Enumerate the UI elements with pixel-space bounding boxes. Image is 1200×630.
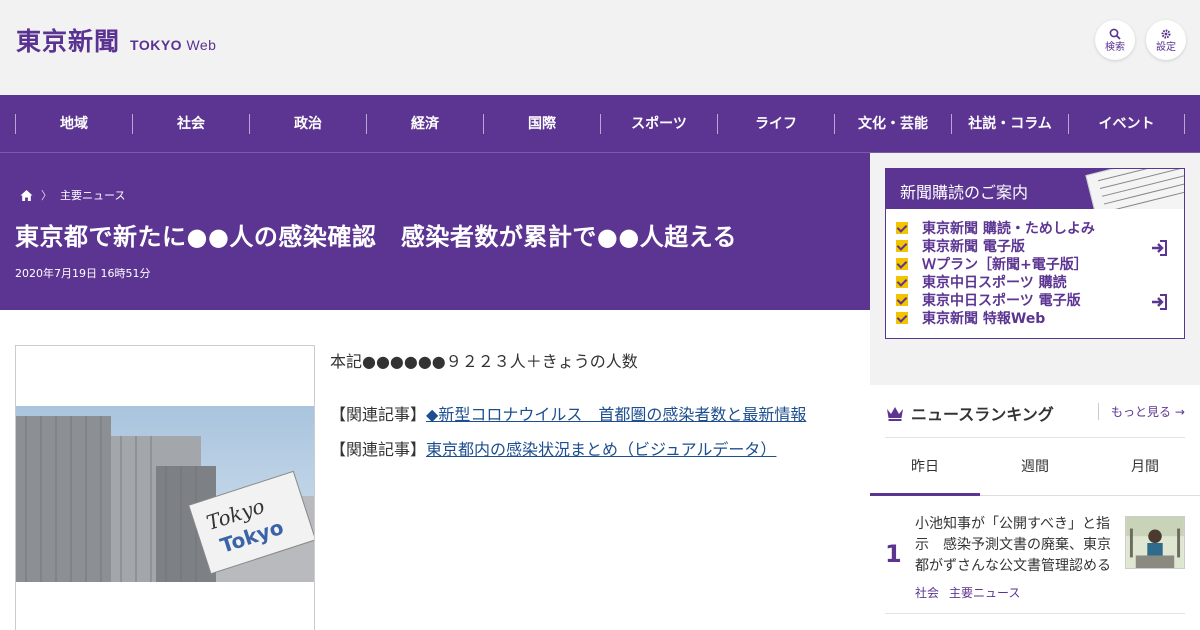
article-body: Tokyo Tokyo 本記●●●●●●９２２３人＋きょうの人数 【関連記事】◆… <box>0 310 870 630</box>
ranking-item-title[interactable]: 小池知事が「公開すべき」と指示 感染予測文書の廃棄、東京都がずさんな公文書管理認… <box>915 514 1115 577</box>
check-icon <box>896 222 908 234</box>
subscription-item[interactable]: 東京中日スポーツ 購読 <box>896 273 1095 291</box>
newspaper-graphic <box>1085 169 1184 209</box>
news-ranking: ニュースランキング もっと見る → 昨日 週間 月間 1 小池知事が「公開すべき… <box>870 385 1200 630</box>
ranking-item-tags: 社会 主要ニュース <box>915 584 1030 601</box>
nav-item-culture[interactable]: 文化・芸能 <box>834 113 951 134</box>
home-icon[interactable] <box>20 189 33 202</box>
tag-society[interactable]: 社会 <box>915 586 939 600</box>
site-header: 東京新聞 TOKYO Web 検索 設定 <box>0 0 1200 95</box>
settings-label: 設定 <box>1156 41 1176 53</box>
article-title: 東京都で新たに●●人の感染確認 感染者数が累計で●●人超える <box>15 223 738 251</box>
subscription-list: 東京新聞 購読・ためしよみ 東京新聞 電子版 Ｗプラン［新聞+電子版］ 東京中日… <box>896 219 1095 327</box>
login-icon[interactable] <box>1150 293 1168 311</box>
subscription-item[interactable]: 東京新聞 電子版 <box>896 237 1095 255</box>
tab-monthly[interactable]: 月間 <box>1090 445 1200 496</box>
subscription-item-label: Ｗプラン［新聞+電子版］ <box>922 257 1088 273</box>
related-article-1: 【関連記事】◆新型コロナウイルス 首都圏の感染者数と最新情報 <box>330 403 850 427</box>
more-label: もっと見る <box>1111 405 1172 419</box>
nav-item-international[interactable]: 国際 <box>483 113 600 134</box>
subscription-item-label: 東京中日スポーツ 購読 <box>922 275 1067 291</box>
nav-item-events[interactable]: イベント <box>1068 113 1185 134</box>
check-icon <box>896 258 908 270</box>
breadcrumb-separator: 〉 <box>41 189 52 202</box>
subscription-item-label: 東京新聞 電子版 <box>922 239 1025 255</box>
nav-item-sports[interactable]: スポーツ <box>600 113 717 134</box>
related-link-2[interactable]: 東京都内の感染状況まとめ（ビジュアルデータ） <box>426 440 776 459</box>
subscription-title: 新聞購読のご案内 <box>900 183 1029 202</box>
main-nav: 地域 社会 政治 経済 国際 スポーツ ライフ 文化・芸能 社説・コラム イベン… <box>0 95 1200 153</box>
check-icon <box>896 240 908 252</box>
logo-web: Web <box>186 37 217 53</box>
ranking-tabs: 昨日 週間 月間 <box>870 445 1200 496</box>
login-icon[interactable] <box>1150 239 1168 257</box>
article-photo[interactable]: Tokyo Tokyo <box>15 345 315 630</box>
breadcrumb-item[interactable]: 主要ニュース <box>60 187 125 203</box>
ranking-thumbnail[interactable] <box>1125 516 1185 569</box>
breadcrumb: 〉 主要ニュース <box>20 187 125 203</box>
more-link[interactable]: もっと見る → <box>1098 403 1185 420</box>
related-article-2: 【関連記事】東京都内の感染状況まとめ（ビジュアルデータ） <box>330 438 850 462</box>
subscription-item[interactable]: Ｗプラン［新聞+電子版］ <box>896 255 1095 273</box>
related-prefix: 【関連記事】 <box>330 405 427 424</box>
ranking-header: ニュースランキング <box>885 401 1054 425</box>
divider <box>885 437 1185 438</box>
nav-item-economy[interactable]: 経済 <box>366 113 483 134</box>
search-icon <box>1109 28 1121 40</box>
nav-item-society[interactable]: 社会 <box>132 113 249 134</box>
tag-top-news[interactable]: 主要ニュース <box>949 586 1020 600</box>
ranking-title: ニュースランキング <box>911 405 1054 424</box>
subscription-item[interactable]: 東京新聞 特報Web <box>896 309 1095 327</box>
subscription-item-label: 東京新聞 特報Web <box>922 311 1046 327</box>
check-icon <box>896 312 908 324</box>
ranking-item[interactable]: 1 小池知事が「公開すべき」と指示 感染予測文書の廃棄、東京都がずさんな公文書管… <box>885 514 1185 614</box>
article-header: 〉 主要ニュース 東京都で新たに●●人の感染確認 感染者数が累計で●●人超える … <box>0 153 870 310</box>
crown-icon <box>887 407 903 421</box>
search-label: 検索 <box>1105 41 1125 53</box>
logo-japanese: 東京新聞 <box>16 27 121 56</box>
logo-english: TOKYO Web <box>130 37 216 53</box>
subscription-box: 新聞購読のご案内 東京新聞 購読・ためしよみ 東京新聞 電子版 Ｗプラン［新聞+… <box>885 168 1185 339</box>
article-date: 2020年7月19日 16時51分 <box>15 267 151 280</box>
search-button[interactable]: 検索 <box>1095 20 1135 60</box>
related-prefix: 【関連記事】 <box>330 440 427 459</box>
logo-tokyo: TOKYO <box>130 37 183 53</box>
settings-button[interactable]: 設定 <box>1146 20 1186 60</box>
site-logo[interactable]: 東京新聞 TOKYO Web <box>16 22 216 58</box>
arrow-right-icon: → <box>1174 405 1185 419</box>
article-text: 本記●●●●●●９２２３人＋きょうの人数 【関連記事】◆新型コロナウイルス 首都… <box>330 350 850 473</box>
article-paragraph: 本記●●●●●●９２２３人＋きょうの人数 <box>330 352 638 371</box>
related-link-1[interactable]: ◆新型コロナウイルス 首都圏の感染者数と最新情報 <box>426 405 806 424</box>
nav-item-politics[interactable]: 政治 <box>249 113 366 134</box>
check-icon <box>896 294 908 306</box>
subscription-item[interactable]: 東京中日スポーツ 電子版 <box>896 291 1095 309</box>
nav-item-region[interactable]: 地域 <box>15 113 132 134</box>
subscription-header: 新聞購読のご案内 <box>886 169 1184 209</box>
tab-yesterday[interactable]: 昨日 <box>870 445 980 496</box>
sidebar: 新聞購読のご案内 東京新聞 購読・ためしよみ 東京新聞 電子版 Ｗプラン［新聞+… <box>870 153 1200 630</box>
nav-item-editorial[interactable]: 社説・コラム <box>951 113 1068 134</box>
subscription-item-label: 東京新聞 購読・ためしよみ <box>922 221 1095 237</box>
gear-icon <box>1161 28 1171 39</box>
rank-number: 1 <box>885 540 902 568</box>
tab-weekly[interactable]: 週間 <box>980 445 1090 496</box>
subscription-item-label: 東京中日スポーツ 電子版 <box>922 293 1081 309</box>
subscription-item[interactable]: 東京新聞 購読・ためしよみ <box>896 219 1095 237</box>
check-icon <box>896 276 908 288</box>
nav-item-life[interactable]: ライフ <box>717 113 834 134</box>
tokyo-government-building-photo: Tokyo Tokyo <box>16 406 314 582</box>
